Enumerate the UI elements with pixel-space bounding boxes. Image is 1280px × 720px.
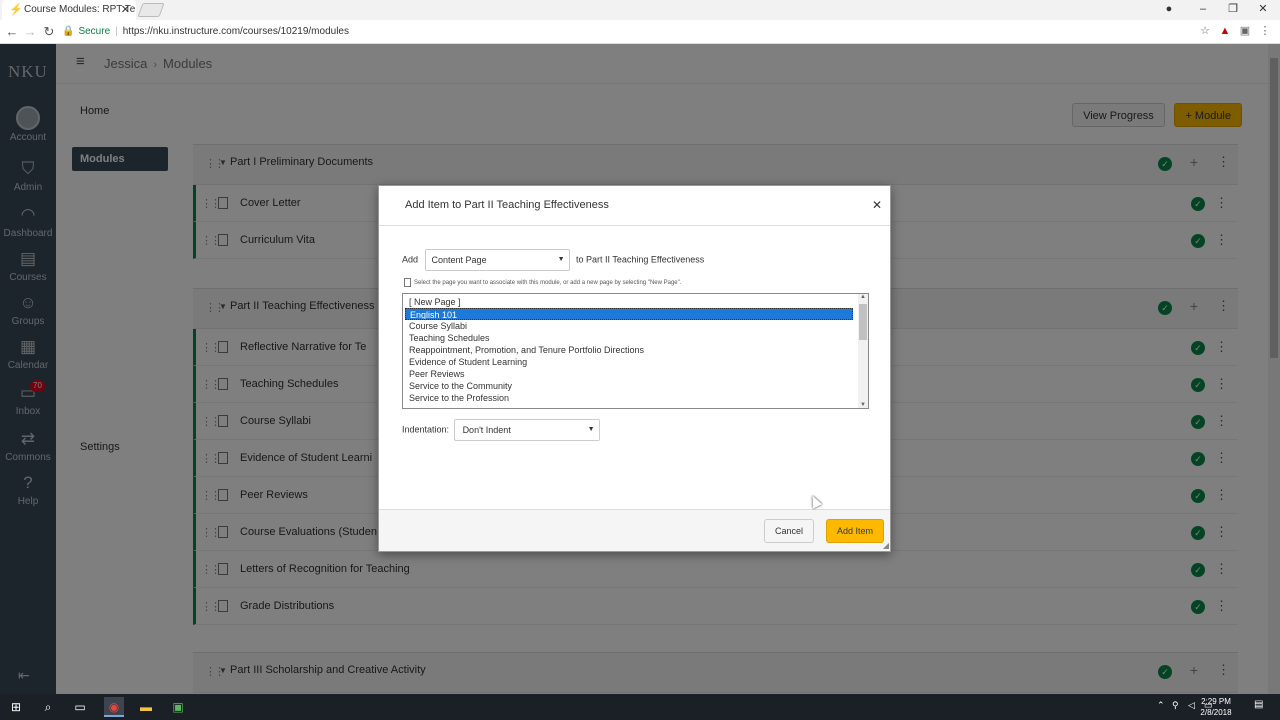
bookmark-star-icon[interactable]: ☆ — [1198, 24, 1212, 38]
browser-tab[interactable]: ⚡ Course Modules: RPT Te ✕ — [2, 0, 136, 20]
maximize-icon[interactable]: ❐ — [1218, 0, 1248, 20]
list-item[interactable]: Reappointment, Promotion, and Tenure Por… — [405, 344, 853, 356]
page-icon — [404, 278, 411, 287]
dialog-titlebar: Add Item to Part II Teaching Effectivene… — [379, 186, 890, 226]
canvas-app: NKU Account ⛉ Admin ◠ Dashboard ▤ Course… — [0, 44, 1280, 694]
list-scrollbar[interactable]: ▲ ▼ — [858, 294, 868, 408]
new-tab-button[interactable] — [137, 3, 165, 17]
page-list[interactable]: [ New Page ] English 101 Course Syllabi … — [402, 293, 869, 409]
list-item[interactable]: Service to the Community — [405, 380, 853, 392]
dialog-footer: Cancel Add Item ◢ — [379, 509, 890, 551]
indentation-select[interactable]: Don't Indent ▼ — [453, 419, 600, 441]
windows-taskbar: ⊞ ⌕ ▭ ◉ ▬ ▣ ⌃ ⚲ ◁ ▭ 2:29 PM 2/8/2018 ▤ — [0, 694, 1280, 720]
add-item-button[interactable]: Add Item — [825, 519, 884, 543]
hint-text: Select the page you want to associate wi… — [414, 280, 682, 287]
chevron-down-icon: ▼ — [557, 256, 565, 263]
indentation-label: Indentation: — [402, 424, 450, 435]
file-explorer-icon[interactable]: ▬ — [136, 697, 156, 717]
select-page-hint: Select the page you want to associate wi… — [404, 278, 681, 287]
add-label: Add — [402, 254, 419, 265]
list-item-selected[interactable]: English 101 — [405, 308, 853, 320]
windows-start-icon[interactable]: ⊞ — [6, 697, 26, 717]
close-tab-icon[interactable]: ✕ — [121, 0, 130, 20]
item-type-value: Content Page — [431, 255, 487, 265]
captivate-icon[interactable]: ▣ — [168, 697, 188, 717]
menu-icon[interactable]: ⋮ — [1258, 24, 1272, 38]
list-item[interactable]: Peer Reviews — [405, 368, 853, 380]
scroll-up-icon[interactable]: ▲ — [860, 294, 866, 300]
page-options: [ New Page ] English 101 Course Syllabi … — [405, 296, 853, 404]
taskbar-clock[interactable]: 2:29 PM 2/8/2018 — [1194, 696, 1238, 718]
lock-icon: 🔒 — [62, 26, 75, 37]
list-item[interactable]: Teaching Schedules — [405, 332, 853, 344]
resize-handle-icon[interactable]: ◢ — [883, 541, 889, 550]
chrome-icon[interactable]: ◉ — [104, 697, 124, 717]
browser-tab-strip: ⚡ Course Modules: RPT Te ✕ ● – ❐ ✕ — [0, 0, 1280, 20]
network-icon[interactable]: ⚲ — [1172, 700, 1179, 711]
indentation-row: Indentation: Don't Indent ▼ — [402, 419, 600, 441]
task-view-icon[interactable]: ▭ — [70, 697, 90, 717]
scroll-down-icon[interactable]: ▼ — [860, 402, 866, 408]
url-text: https://nku.instructure.com/courses/1021… — [122, 26, 349, 37]
canvas-favicon-icon: ⚡ — [9, 4, 23, 16]
scrollbar-thumb[interactable] — [859, 304, 867, 340]
list-item[interactable]: [ New Page ] — [405, 296, 853, 308]
clock-time: 2:29 PM — [1201, 697, 1231, 706]
profile-icon[interactable]: ● — [1154, 0, 1184, 20]
browser-toolbar: ← → ↻ 🔒 Secure | https://nku.instructure.co… — [0, 20, 1280, 44]
forward-icon[interactable]: → — [21, 23, 39, 41]
tray-chevron-icon[interactable]: ⌃ — [1157, 700, 1165, 711]
list-item[interactable]: Course Syllabi — [405, 320, 853, 332]
indentation-value: Don't Indent — [462, 425, 511, 435]
cancel-button[interactable]: Cancel — [763, 519, 814, 543]
to-module-label: to Part II Teaching Effectiveness — [576, 254, 705, 265]
notification-icon[interactable]: ▤ — [1254, 699, 1268, 713]
close-window-icon[interactable]: ✕ — [1248, 0, 1278, 20]
pdf-extension-icon[interactable]: ▲ — [1218, 24, 1232, 38]
search-icon[interactable]: ⌕ — [38, 697, 58, 717]
chevron-down-icon: ▼ — [587, 426, 595, 433]
close-icon[interactable]: ✕ — [872, 198, 882, 212]
minimize-icon[interactable]: – — [1188, 0, 1218, 20]
extension-icon[interactable]: ▣ — [1238, 24, 1252, 38]
item-type-row: Add Content Page ▼ to Part II Teaching E… — [402, 249, 704, 271]
list-item[interactable]: Service to the Profession — [405, 392, 853, 404]
reload-icon[interactable]: ↻ — [40, 23, 58, 41]
address-bar[interactable]: 🔒 Secure | https://nku.instructure.com/cour… — [62, 22, 1212, 42]
browser-tab-title: Course Modules: RPT Te — [24, 4, 136, 15]
dialog-title: Add Item to Part II Teaching Effectivene… — [405, 199, 609, 211]
back-icon[interactable]: ← — [3, 23, 21, 41]
list-item[interactable]: Evidence of Student Learning — [405, 356, 853, 368]
clock-date: 2/8/2018 — [1200, 708, 1232, 717]
item-type-select[interactable]: Content Page ▼ — [424, 249, 570, 271]
secure-label: Secure — [78, 26, 111, 37]
